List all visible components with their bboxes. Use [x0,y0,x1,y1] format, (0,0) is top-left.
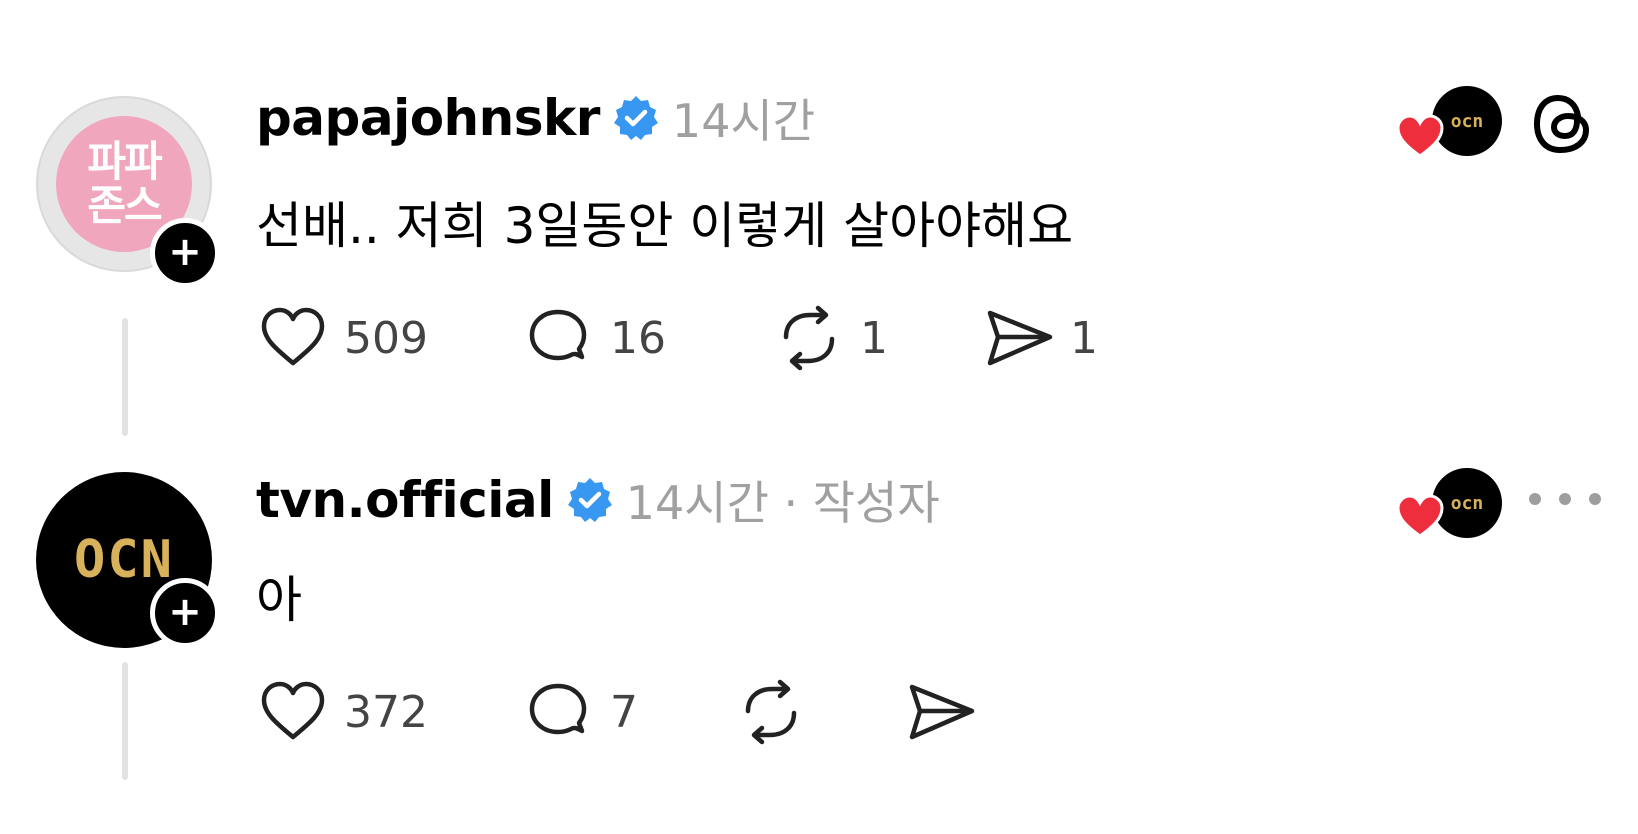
like-count: 509 [344,312,428,364]
threads-logo-icon[interactable] [1528,88,1600,160]
like-button[interactable]: 372 [256,675,522,749]
thread-post: 파파 존스 + papajohnskr 14시간 선배.. 저희 3일동안 이렇… [0,0,1638,436]
username[interactable]: papajohnskr [256,89,600,147]
verified-badge-icon [567,478,612,522]
comment-count: 7 [610,686,638,738]
send-icon [909,684,975,740]
comment-button[interactable]: 16 [522,301,772,375]
post-text: 선배.. 저희 3일동안 이렇게 살아야해요 [256,197,1074,255]
share-button[interactable] [904,675,978,749]
thread-connector-line [122,662,128,780]
post-header: tvn.official 14시간 · 작성자 [256,468,940,532]
repost-icon [783,305,835,371]
like-count: 372 [344,686,428,738]
post-time: 14시간 · 작성자 [625,476,940,530]
thread-connector-line [122,318,128,436]
repost-icon [745,679,797,745]
share-count: 1 [1070,312,1098,364]
ocn-logo: OCN [74,530,174,590]
heart-icon [261,681,325,740]
username[interactable]: tvn.official [256,471,554,529]
repost-button[interactable]: 1 [772,301,982,375]
comment-count: 16 [610,312,666,364]
follow-button[interactable]: + [150,578,220,648]
thread-post: OCN + tvn.official 14시간 · 작성자 아 372 7 oc… [0,430,1638,834]
more-icon[interactable] [1520,484,1610,514]
post-time: 14시간 [671,94,816,148]
comment-icon [529,683,587,735]
share-button[interactable]: 1 [982,301,1098,375]
like-button[interactable]: 509 [256,301,522,375]
liked-heart-icon [1396,494,1444,538]
plus-icon: + [168,589,202,635]
follow-button[interactable]: + [150,218,220,288]
post-header: papajohnskr 14시간 [256,86,815,150]
post-text: 아 [256,571,302,629]
send-icon [987,310,1053,366]
liked-heart-icon [1396,114,1444,158]
repost-count: 1 [860,312,888,364]
repost-button[interactable] [734,675,904,749]
plus-icon: + [168,229,202,275]
comment-button[interactable]: 7 [522,675,734,749]
action-bar: 372 7 [256,674,978,750]
verified-badge-icon [613,96,658,140]
action-bar: 509 16 1 1 [256,300,1098,376]
comment-icon [529,309,587,361]
heart-icon [261,307,325,366]
